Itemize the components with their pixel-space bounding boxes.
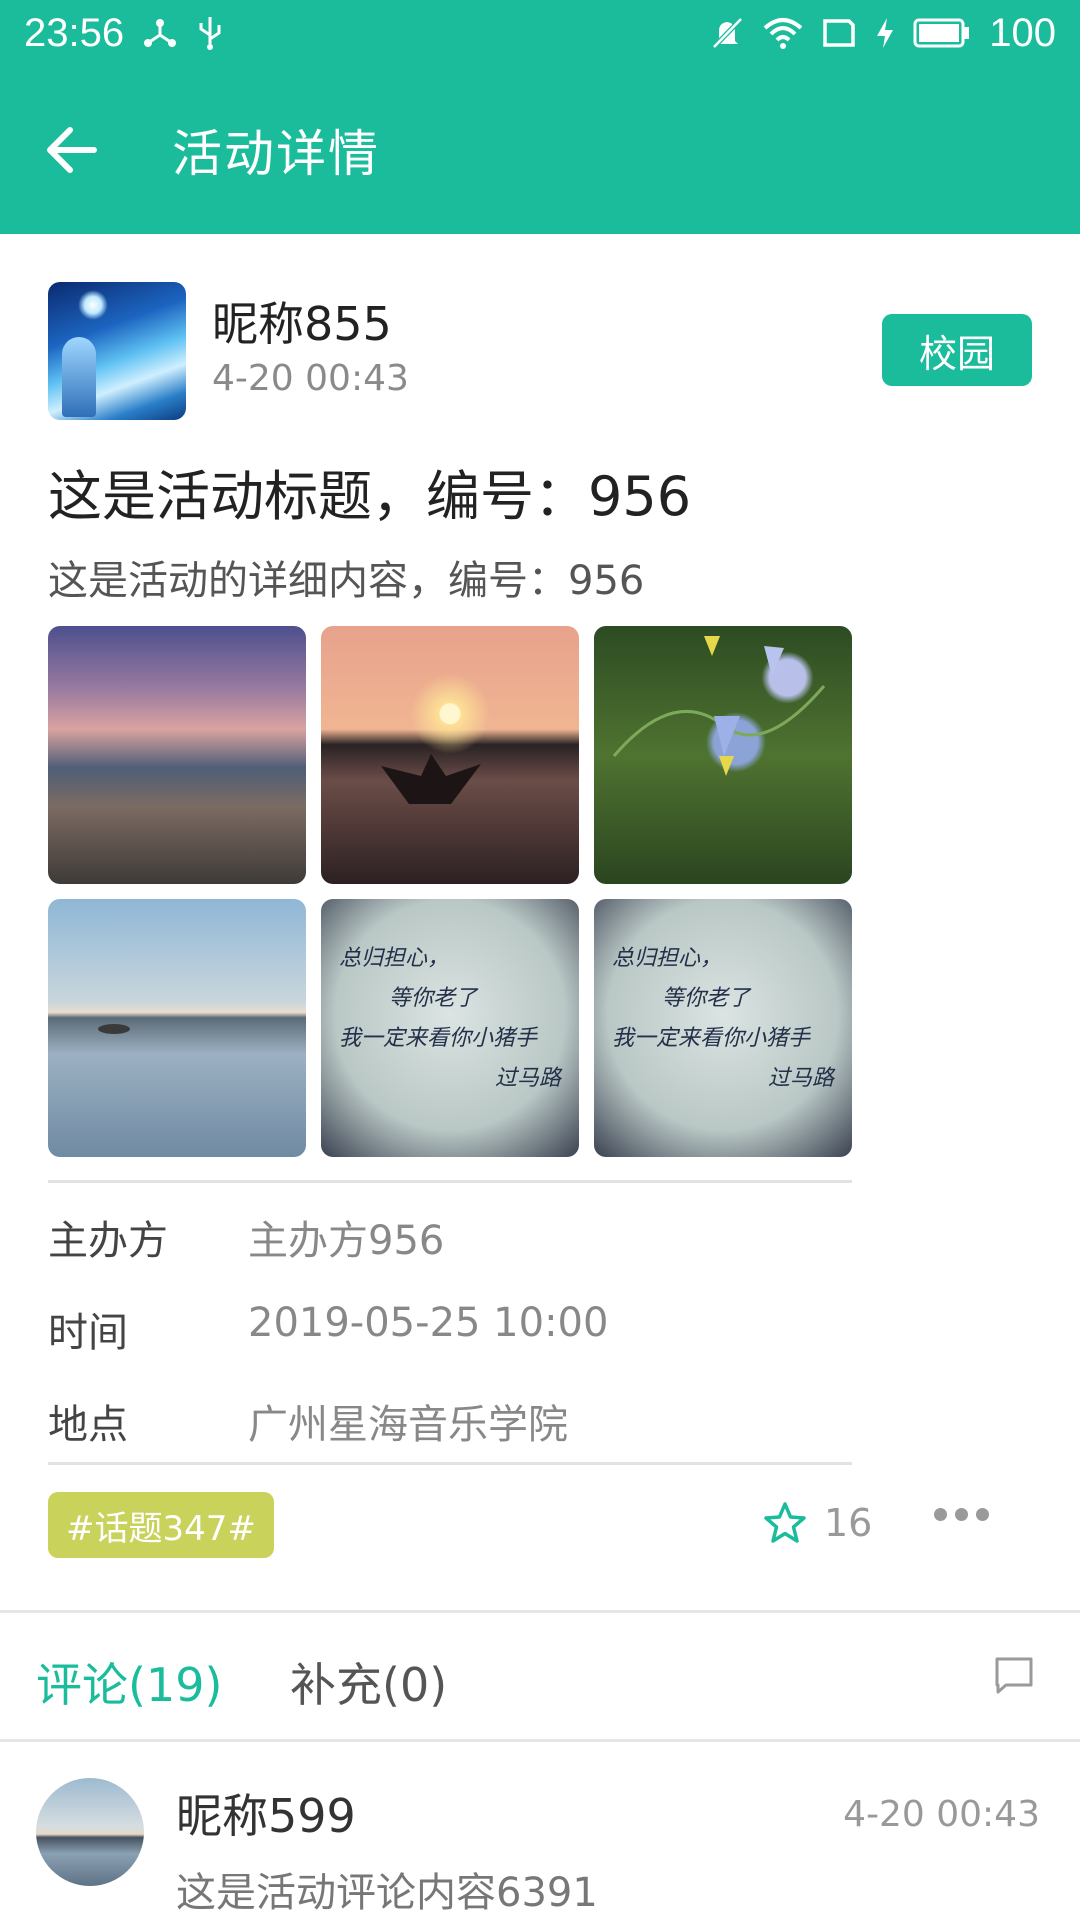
- activity-description: 这是活动的详细内容，编号：956: [48, 558, 645, 604]
- post-time: 4-20 00:43: [212, 358, 409, 399]
- more-dot-icon: [955, 1508, 968, 1521]
- more-options-button[interactable]: [934, 1508, 989, 1521]
- location-row: 地点 广州星海音乐学院: [48, 1392, 852, 1472]
- topic-chip[interactable]: #话题347#: [48, 1492, 274, 1558]
- boat-graphic: [98, 1024, 130, 1034]
- time-row: 时间 2019-05-25 10:00: [48, 1300, 852, 1380]
- location-value: 广州星海音乐学院: [248, 1402, 568, 1448]
- commenter-name[interactable]: 昵称599: [176, 1780, 356, 1846]
- details-top-divider: [48, 1180, 852, 1183]
- status-time: 23:56: [24, 10, 125, 55]
- avatar-star-graphic: [78, 290, 108, 320]
- tabs-divider: [0, 1739, 1080, 1742]
- gallery-image-handwriting[interactable]: 总归担心， 等你老了 我一定来看你小猪手 过马路: [321, 899, 579, 1157]
- arrow-left-icon: [47, 127, 97, 173]
- gallery-image-handwriting-2[interactable]: 总归担心， 等你老了 我一定来看你小猪手 过马路: [594, 899, 852, 1157]
- network-icon: [142, 15, 178, 51]
- gallery-image-paper-boat[interactable]: [321, 626, 579, 884]
- author-name[interactable]: 昵称855: [212, 288, 392, 354]
- location-label: 地点: [48, 1402, 128, 1448]
- author-header: 昵称855 4-20 00:43 校园: [48, 282, 1032, 420]
- back-button[interactable]: [36, 114, 108, 186]
- tab-comments[interactable]: 评论(19): [36, 1649, 222, 1715]
- battery-level: 100: [989, 10, 1056, 55]
- page-title: 活动详情: [172, 125, 380, 183]
- favorite-button[interactable]: 16: [762, 1500, 872, 1546]
- organizer-label: 主办方: [48, 1218, 168, 1264]
- status-bar: 23:56 100: [0, 0, 1080, 66]
- handwriting-text: 总归担心， 等你老了 我一定来看你小猪手 过马路: [612, 946, 834, 1091]
- organizer-value: 主办方956: [248, 1218, 445, 1264]
- commenter-avatar[interactable]: [36, 1778, 144, 1886]
- details-bottom-divider: [48, 1462, 852, 1465]
- flowers-graphic: [612, 636, 826, 776]
- time-value: 2019-05-25 10:00: [248, 1300, 609, 1346]
- gallery-image-lake[interactable]: [48, 899, 306, 1157]
- star-outline-icon: [764, 1502, 806, 1543]
- usb-icon: [196, 15, 224, 51]
- app-bar: 活动详情: [0, 66, 1080, 234]
- favorite-count: 16: [824, 1501, 873, 1545]
- status-bar-left: 23:56: [24, 11, 224, 56]
- comment-item: 昵称599 4-20 00:43 这是活动评论内容6391: [0, 1772, 1080, 1920]
- tab-supplement[interactable]: 补充(0): [290, 1649, 447, 1715]
- comment-text: 这是活动评论内容6391: [176, 1870, 598, 1916]
- wifi-icon: [763, 16, 803, 50]
- paper-boat-graphic: [381, 754, 481, 804]
- gallery-image-station[interactable]: [48, 626, 306, 884]
- more-dot-icon: [934, 1508, 947, 1521]
- battery-icon: [913, 17, 971, 49]
- sim-icon: [821, 17, 857, 49]
- avatar-figure-graphic: [62, 337, 96, 417]
- category-tag[interactable]: 校园: [882, 314, 1032, 386]
- charging-icon: [875, 16, 895, 50]
- activity-title: 这是活动标题，编号：956: [48, 465, 692, 528]
- handwriting-text: 总归担心， 等你老了 我一定来看你小猪手 过马路: [339, 946, 561, 1091]
- time-label: 时间: [48, 1310, 128, 1356]
- comment-tabs: 评论(19) 补充(0): [0, 1613, 1080, 1739]
- more-dot-icon: [976, 1508, 989, 1521]
- mute-icon: [709, 15, 745, 51]
- status-bar-right: 100: [709, 11, 1056, 56]
- author-avatar[interactable]: [48, 282, 186, 420]
- comment-time: 4-20 00:43: [843, 1794, 1040, 1835]
- gallery-image-flowers[interactable]: [594, 626, 852, 884]
- organizer-row: 主办方 主办方956: [48, 1208, 852, 1288]
- comment-icon[interactable]: [992, 1653, 1036, 1697]
